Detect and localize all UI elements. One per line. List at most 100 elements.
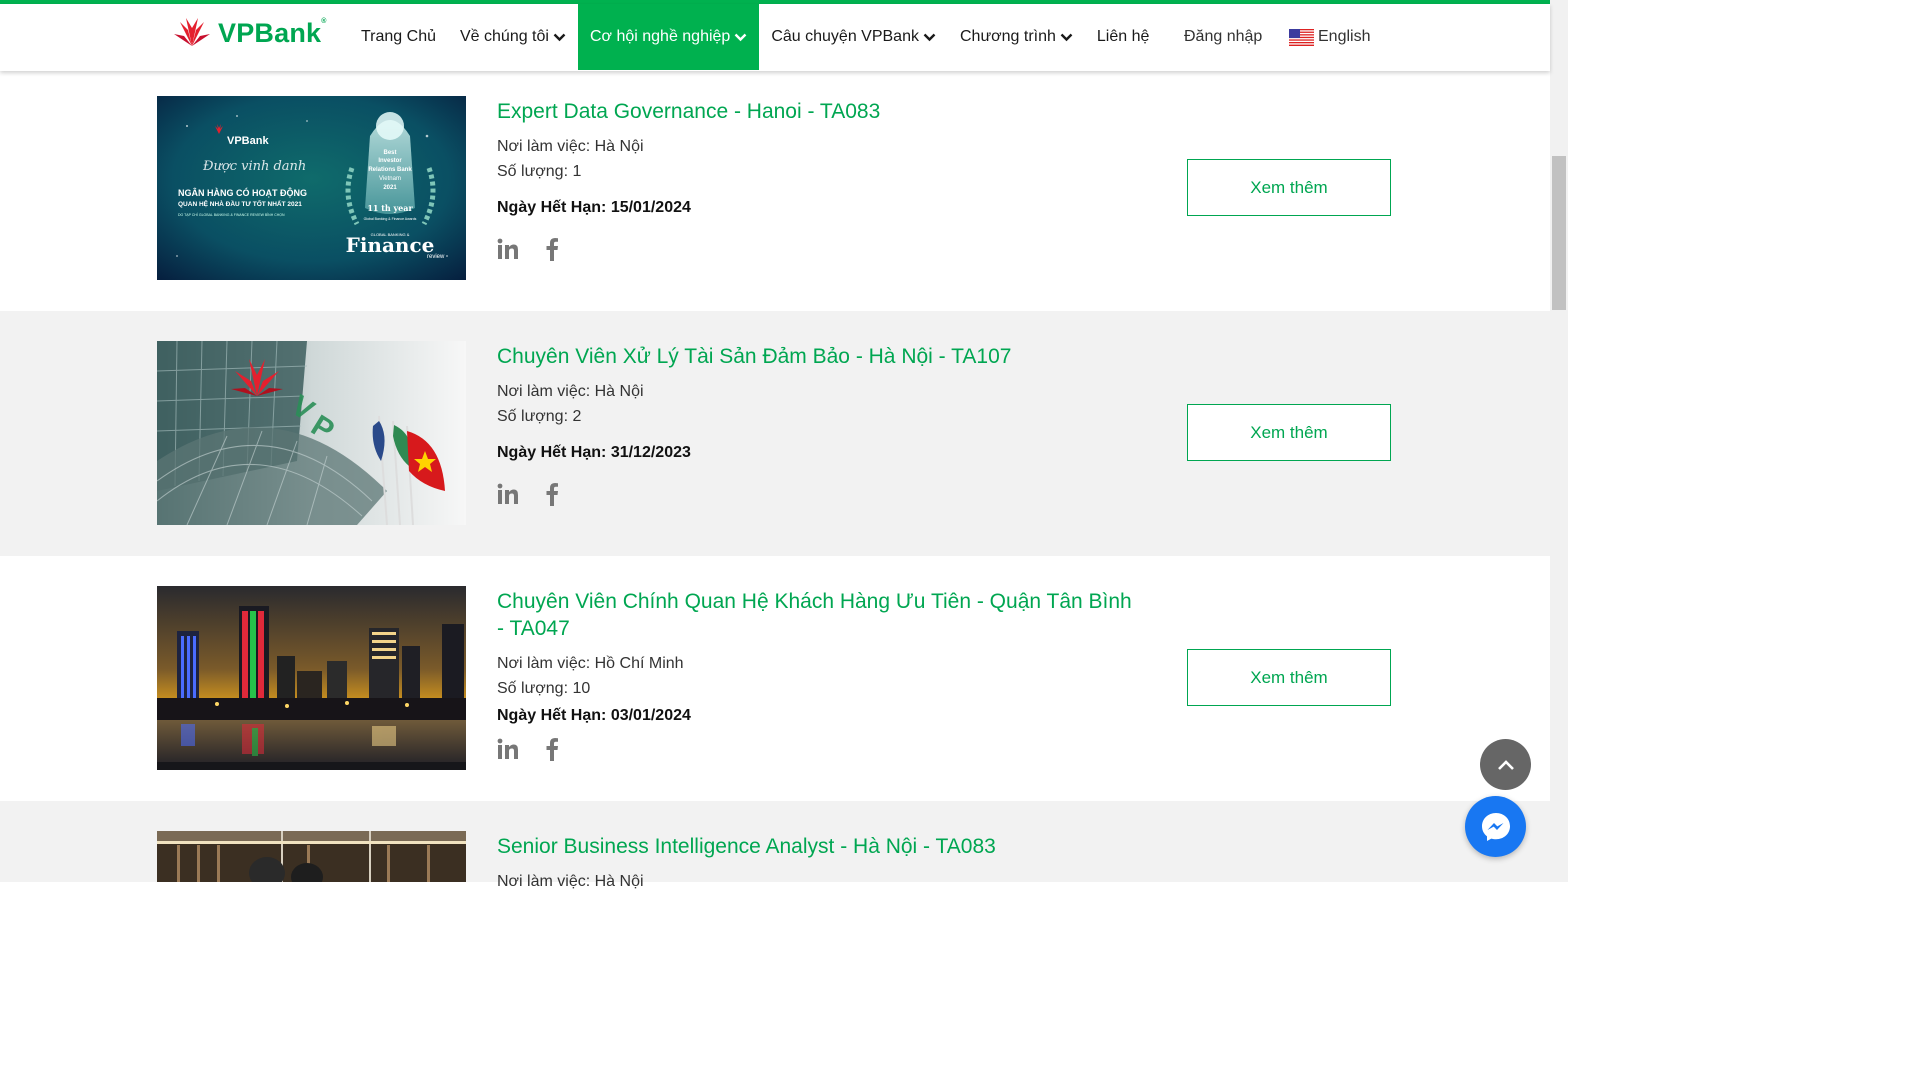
job-location: Nơi làm việc: Hà Nội [497, 134, 644, 159]
image-headline-1: NGÂN HÀNG CÓ HOẠT ĐỘNG [178, 187, 307, 198]
linkedin-icon[interactable] [497, 237, 519, 261]
location-label: Nơi làm việc: [497, 138, 591, 155]
share-icons [497, 737, 585, 761]
messenger-icon [1481, 812, 1510, 841]
view-more-button[interactable]: Xem thêm [1187, 649, 1391, 706]
job-title-link[interactable]: Senior Business Intelligence Analyst - H… [497, 833, 1137, 860]
deadline-value: 31/12/2023 [610, 444, 691, 461]
finance-word: Finance [346, 233, 435, 257]
nav-label: Cơ hội nghề nghiệp [589, 28, 731, 45]
city-night-image [157, 586, 466, 770]
scrollbar-thumb[interactable] [1552, 156, 1566, 310]
language-label: English [1318, 28, 1371, 45]
job-quantity: Số lượng: 1 [497, 159, 581, 184]
language-switch[interactable]: English [1289, 4, 1370, 70]
login-link[interactable]: Đăng nhập [1184, 4, 1262, 70]
office-team-image [157, 831, 466, 882]
nav-label: Liên hệ [1096, 28, 1150, 45]
chevron-up-icon [1497, 759, 1514, 770]
deadline-value: 03/01/2024 [610, 707, 691, 724]
chevron-down-icon [1060, 33, 1073, 41]
job-thumbnail[interactable] [157, 831, 466, 882]
view-more-button[interactable]: Xem thêm [1187, 404, 1391, 461]
us-flag-icon [1289, 28, 1314, 46]
scroll-to-top-button[interactable] [1480, 739, 1531, 790]
linkedin-icon[interactable] [497, 737, 519, 761]
award-line-4: Vietnam [379, 176, 401, 182]
quantity-label: Số lượng: [497, 680, 569, 697]
view-more-button[interactable]: Xem thêm [1187, 159, 1391, 216]
nav-item-stories[interactable]: Câu chuyện VPBank [759, 4, 948, 70]
scrollbar-track[interactable] [1550, 0, 1568, 882]
award-line-5: 2021 [383, 185, 397, 191]
nav-label: Câu chuyện VPBank [771, 28, 919, 45]
nav-item-about[interactable]: Về chúng tôi [448, 4, 578, 70]
login-label: Đăng nhập [1184, 28, 1263, 45]
quantity-label: Số lượng: [497, 408, 569, 425]
nav-item-careers[interactable]: Cơ hội nghề nghiệp [577, 4, 760, 70]
job-deadline: Ngày Hết Hạn: 03/01/2024 [497, 707, 691, 725]
job-quantity: Số lượng: 2 [497, 404, 581, 429]
image-script: Được vinh danh [202, 159, 306, 174]
vpbank-building-image: V P [157, 341, 466, 525]
quantity-label: Số lượng: [497, 163, 569, 180]
image-brand: VPBank [227, 135, 269, 147]
chevron-down-icon [923, 33, 936, 41]
location-label: Nơi làm việc: [497, 383, 591, 400]
job-card: Chuyên Viên Chính Quan Hệ Khách Hàng Ưu … [0, 556, 1550, 801]
location-value: Hà Nội [594, 383, 644, 400]
nav-item-home[interactable]: Trang Chủ [349, 4, 448, 70]
chevron-down-icon [553, 33, 566, 41]
job-title-link[interactable]: Chuyên Viên Chính Quan Hệ Khách Hàng Ưu … [497, 588, 1137, 642]
chevron-down-icon [734, 33, 747, 41]
job-card: Senior Business Intelligence Analyst - H… [0, 801, 1550, 890]
job-card: VPBank Được vinh danh NGÂN HÀNG CÓ HOẠT … [0, 71, 1550, 316]
nav-label: Trang Chủ [361, 28, 436, 45]
job-location: Nơi làm việc: Hà Nội [497, 379, 644, 404]
location-label: Nơi làm việc: [497, 655, 591, 672]
job-thumbnail[interactable]: V P [157, 341, 466, 525]
deadline-label: Ngày Hết Hạn: [497, 444, 607, 461]
review-word: review [427, 254, 445, 260]
registered-mark: ® [321, 17, 327, 25]
job-deadline: Ngày Hết Hạn: 31/12/2023 [497, 444, 691, 462]
award-line-3: Relations Bank [368, 167, 412, 173]
job-location: Nơi làm việc: Hồ Chí Minh [497, 651, 684, 676]
main-nav: Trang Chủ Về chúng tôi Cơ hội nghề nghiệ… [349, 4, 1161, 70]
brand-name: VPBank [218, 17, 322, 48]
job-location: Nơi làm việc: Hà Nội [497, 869, 644, 894]
nav-item-programs[interactable]: Chương trình [948, 4, 1085, 70]
location-label: Nơi làm việc: [497, 873, 591, 890]
nav-item-contact[interactable]: Liên hệ [1085, 4, 1162, 70]
quantity-value: 10 [572, 680, 591, 697]
deadline-value: 15/01/2024 [610, 199, 691, 216]
deadline-label: Ngày Hết Hạn: [497, 707, 607, 724]
location-value: Hà Nội [594, 138, 644, 155]
job-thumbnail[interactable]: VPBank Được vinh danh NGÂN HÀNG CÓ HOẠT … [157, 96, 466, 280]
vpbank-flower-icon [174, 18, 210, 46]
job-deadline: Ngày Hết Hạn: 15/01/2024 [497, 199, 691, 217]
award-org: Global Banking & Finance Awards [364, 217, 417, 221]
deadline-label: Ngày Hết Hạn: [497, 199, 607, 216]
location-value: Hồ Chí Minh [594, 655, 684, 672]
share-icons [497, 482, 585, 506]
award-line-2: Investor [378, 158, 402, 164]
job-title-link[interactable]: Expert Data Governance - Hanoi - TA083 [497, 98, 1137, 125]
linkedin-icon[interactable] [497, 482, 519, 506]
messenger-chat-button[interactable] [1465, 796, 1526, 857]
award-year: 11 th year [367, 203, 413, 213]
site-header: VPBank® Trang Chủ Về chúng tôi Cơ hội ng… [0, 4, 1550, 71]
image-fine-print: DO TẠP CHÍ GLOBAL BANKING & FINANCE REVI… [178, 213, 285, 217]
job-card: V P Chuyên Viên Xử Lý Tài Sản Đảm Bảo - … [0, 311, 1550, 556]
facebook-icon[interactable] [541, 237, 563, 261]
nav-label: Về chúng tôi [460, 28, 549, 45]
facebook-icon[interactable] [541, 737, 563, 761]
facebook-icon[interactable] [541, 482, 563, 506]
award-banner-image: VPBank Được vinh danh NGÂN HÀNG CÓ HOẠT … [157, 96, 466, 280]
job-quantity: Số lượng: 10 [497, 676, 590, 701]
vpbank-logo[interactable]: VPBank® [172, 16, 327, 50]
job-thumbnail[interactable] [157, 586, 466, 770]
share-icons [497, 237, 585, 261]
nav-label: Chương trình [959, 28, 1056, 45]
job-title-link[interactable]: Chuyên Viên Xử Lý Tài Sản Đảm Bảo - Hà N… [497, 343, 1137, 370]
